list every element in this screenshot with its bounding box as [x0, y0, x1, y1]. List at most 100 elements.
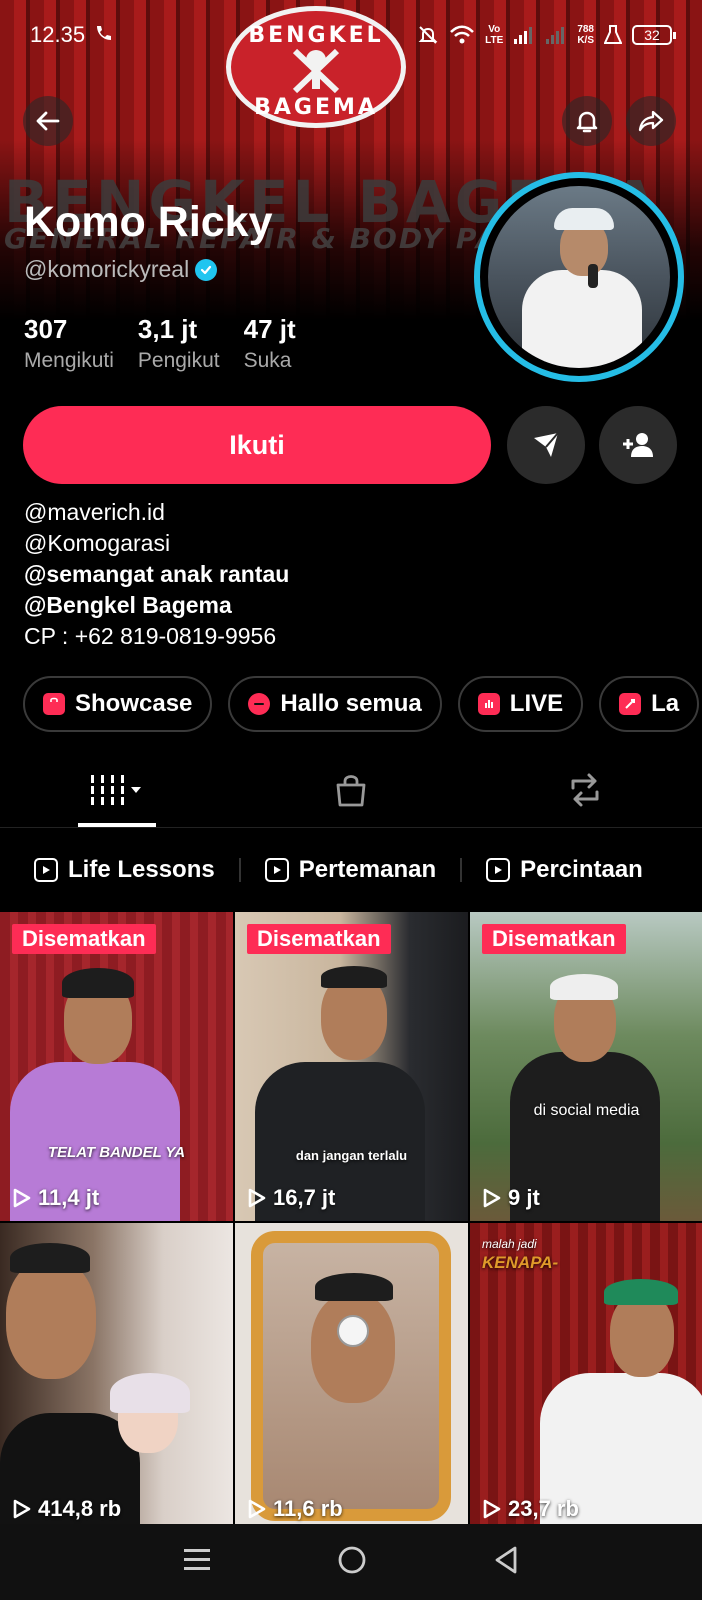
grid-videos-icon — [89, 774, 141, 805]
chip-label: Hallo semua — [280, 690, 422, 717]
stat-followers[interactable]: 3,1 jt Pengikut — [138, 314, 220, 373]
profile-tabs — [0, 752, 702, 828]
send-icon — [534, 432, 559, 457]
play-icon — [248, 1499, 266, 1519]
arrow-left-icon — [36, 111, 60, 131]
playlist-play-icon — [34, 858, 58, 882]
notification-bell-button[interactable] — [562, 96, 612, 146]
video-caption: dan jangan terlalu — [295, 1148, 408, 1163]
message-button[interactable] — [507, 406, 585, 484]
profile-bio: @maverich.id @Komogarasi @semangat anak … — [24, 497, 289, 652]
status-bar: 12.35 Vo LTE 788 K/S 32 — [0, 0, 702, 70]
stat-following-label: Mengikuti — [24, 349, 114, 372]
shopping-bag-icon — [43, 693, 65, 715]
view-count: 11,6 rb — [247, 1496, 343, 1522]
share-arrow-icon — [638, 110, 664, 132]
chip-live[interactable]: LIVE — [457, 676, 584, 732]
video-thumbnail[interactable]: 414,8 rb — [0, 1223, 233, 1532]
call-forward-icon — [93, 22, 115, 49]
tab-shop[interactable] — [234, 752, 468, 827]
mute-bell-icon — [417, 24, 439, 46]
bell-icon — [576, 111, 598, 133]
playlist-item[interactable]: Pertemanan — [264, 856, 437, 884]
network-speed: 788 K/S — [577, 24, 594, 46]
wifi-icon — [449, 24, 475, 46]
play-icon — [483, 1188, 501, 1208]
avatar[interactable] — [474, 172, 684, 382]
bio-line: CP : +62 819-0819-9956 — [24, 623, 277, 649]
view-count: 414,8 rb — [12, 1496, 121, 1522]
chip-hallo-semua[interactable]: Hallo semua — [228, 676, 442, 732]
add-user-icon — [623, 433, 653, 457]
flask-icon — [604, 25, 622, 45]
share-button[interactable] — [626, 96, 676, 146]
chip-label: LIVE — [509, 690, 564, 717]
view-count: 23,7 rb — [482, 1496, 579, 1522]
stat-followers-value: 3,1 jt — [137, 314, 198, 344]
playlist-label: Pertemanan — [298, 856, 437, 883]
play-icon — [13, 1188, 31, 1208]
chip-label: Showcase — [75, 690, 193, 717]
bio-line[interactable]: @maverich.id — [24, 497, 289, 528]
stat-likes-label: Suka — [243, 349, 292, 372]
home-circle-icon — [338, 1546, 366, 1573]
video-thumbnail[interactable]: Disematkan dan jangan terlalu 16,7 jt — [235, 912, 468, 1221]
play-icon — [248, 1188, 266, 1208]
bio-line[interactable]: @Bengkel Bagema — [24, 590, 289, 621]
stat-following[interactable]: 307 Mengikuti — [24, 314, 114, 373]
signal-2-icon — [545, 25, 567, 45]
video-thumbnail[interactable]: malah jadi KENAPA- 23,7 rb — [470, 1223, 702, 1532]
playlist-label: Percintaan — [520, 856, 643, 883]
status-time: 12.35 — [30, 22, 86, 47]
chip-label: La — [651, 690, 680, 717]
playlist-bar: Life Lessons Pertemanan Percintaan — [0, 838, 702, 902]
logo-text-bottom: BAGEMA — [254, 95, 378, 120]
chip-showcase[interactable]: Showcase — [23, 676, 213, 732]
chip-more[interactable]: La — [599, 676, 700, 732]
video-caption-top: malah jadi — [482, 1237, 537, 1251]
video-thumbnail[interactable]: 11,6 rb — [235, 1223, 468, 1532]
video-caption-big: KENAPA- — [482, 1253, 559, 1272]
avatar-photo — [488, 186, 670, 368]
tab-reposts[interactable] — [468, 752, 702, 827]
battery-indicator: 32 — [632, 25, 676, 45]
view-count: 16,7 jt — [247, 1185, 335, 1211]
repost-icon — [571, 773, 599, 806]
bio-line[interactable]: @Komogarasi — [24, 528, 289, 559]
chat-bubble-icon — [248, 693, 271, 715]
back-button[interactable] — [23, 96, 73, 146]
playlist-label: Life Lessons — [68, 856, 215, 883]
playlist-item[interactable]: Percintaan — [486, 856, 643, 884]
play-icon — [13, 1499, 31, 1519]
playlist-item[interactable]: Life Lessons — [34, 856, 215, 884]
profile-chips: Showcase Hallo semua LIVE La — [23, 676, 700, 732]
live-icon — [477, 693, 500, 715]
divider — [460, 858, 463, 882]
signal-icon — [513, 25, 535, 45]
back-nav-button[interactable] — [491, 1544, 521, 1581]
tab-videos[interactable] — [0, 752, 234, 827]
bag-icon — [336, 774, 366, 806]
stat-likes[interactable]: 47 jt Suka — [244, 314, 296, 373]
video-grid: Disematkan TELAT BANDEL YA 11,4 jt Disem… — [0, 912, 702, 1532]
stat-following-value: 307 — [24, 314, 68, 344]
bio-line[interactable]: @semangat anak rantau — [24, 559, 289, 590]
home-button[interactable] — [336, 1544, 368, 1581]
video-thumbnail[interactable]: Disematkan TELAT BANDEL YA 11,4 jt — [0, 912, 233, 1221]
video-thumbnail[interactable]: Disematkan di social media 9 jt — [470, 912, 702, 1221]
recent-apps-button[interactable] — [181, 1546, 213, 1579]
pinned-badge: Disematkan — [482, 924, 626, 954]
playlist-play-icon — [264, 858, 289, 882]
rocket-icon — [619, 693, 642, 715]
pinned-badge: Disematkan — [247, 924, 391, 954]
view-count: 11,4 jt — [12, 1185, 99, 1211]
verified-badge-icon — [195, 258, 218, 281]
view-count: 9 jt — [482, 1185, 540, 1211]
stat-followers-label: Pengikut — [137, 349, 220, 372]
username-row: @komorickyreal — [24, 256, 218, 283]
pinned-badge: Disematkan — [12, 924, 156, 954]
playlist-play-icon — [486, 858, 511, 882]
follow-button[interactable]: Ikuti — [23, 406, 491, 484]
suggest-accounts-button[interactable] — [599, 406, 677, 484]
stat-likes-value: 47 jt — [243, 314, 296, 344]
